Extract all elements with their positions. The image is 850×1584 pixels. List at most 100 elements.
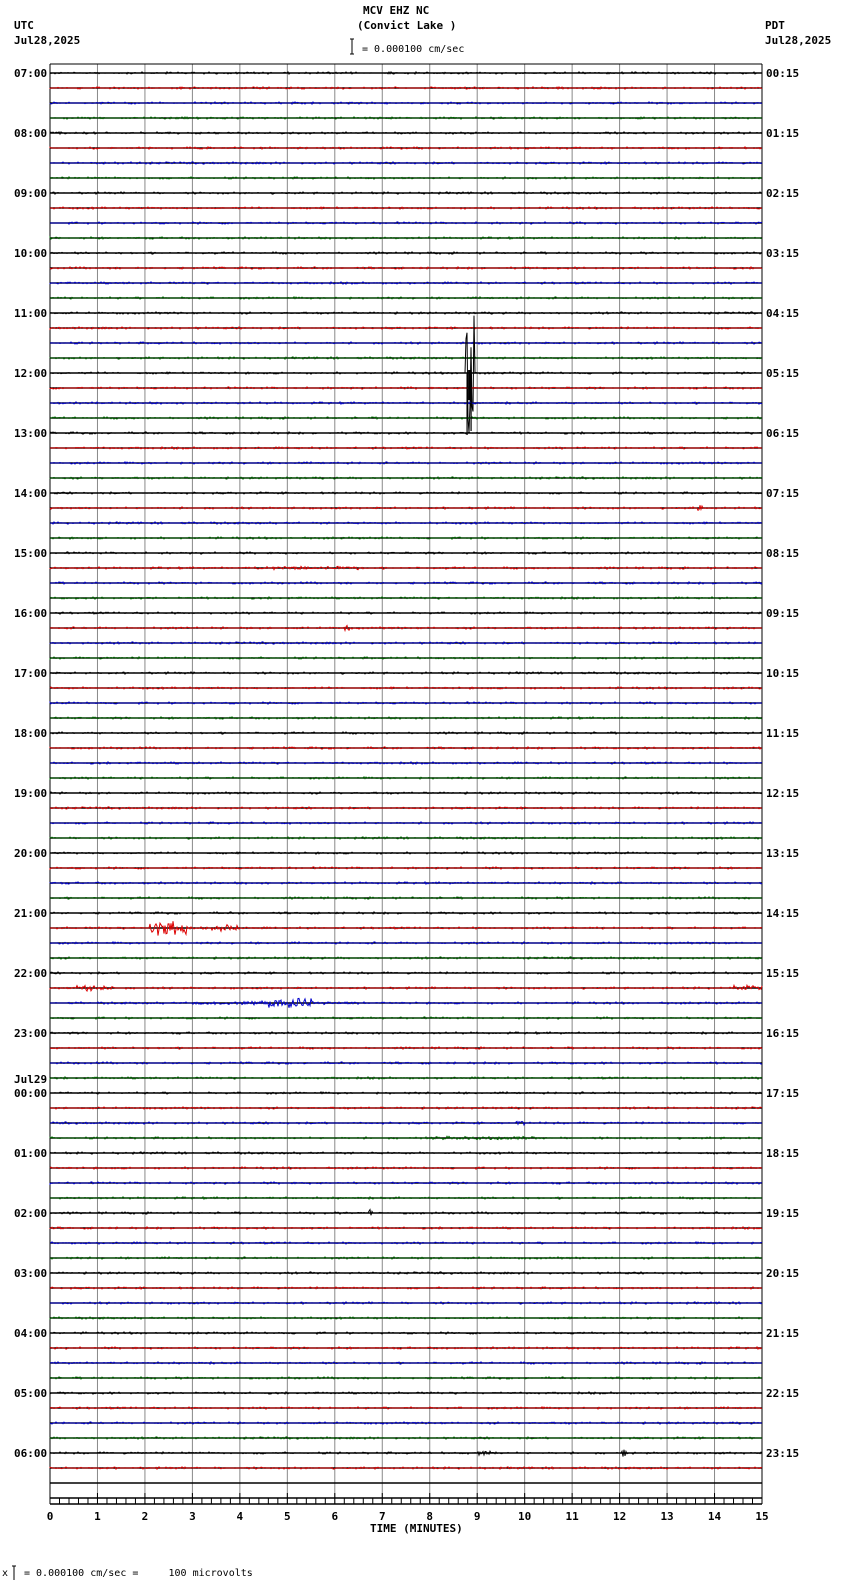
x-tick-label: 12 [613,1510,626,1523]
pdt-time-label: 07:15 [766,487,799,500]
utc-hour-label: 18:00 [14,727,47,740]
trace-row [49,311,763,315]
trace-row [50,1106,763,1110]
trace-row [49,325,762,331]
trace-row [49,686,762,690]
utc-hour-label: 09:00 [14,187,47,200]
trace-row [50,1331,763,1335]
pdt-time-label: 21:15 [766,1327,799,1340]
trace-row [49,281,762,285]
utc-hour-label: 00:00 [14,1087,47,1100]
x-tick-label: 4 [237,1510,244,1523]
pdt-time-label: 04:15 [766,307,799,320]
trace-row [49,1271,762,1275]
footer-scale-bar-icon [12,1565,16,1580]
utc-hour-label: 06:00 [14,1447,47,1460]
trace-row [49,836,763,841]
trace-row [49,746,762,750]
trace-row [50,911,763,915]
utc-hour-label: 22:00 [14,967,47,980]
trace-row [50,116,762,120]
utc-hour-label: 03:00 [14,1267,47,1280]
trace-row [49,1135,762,1141]
pdt-time-label: 22:15 [766,1387,799,1400]
trace-row [49,1466,763,1471]
pdt-time-label: 08:15 [766,547,799,560]
utc-hour-label: 16:00 [14,607,47,620]
x-tick-label: 13 [660,1510,673,1523]
trace-row [50,851,763,855]
trace-row [49,235,763,241]
trace-row [50,401,763,406]
trace-row [49,176,763,180]
x-tick-label: 2 [142,1510,149,1523]
trace-row [50,1361,762,1365]
trace-row [50,921,763,937]
x-tick-label: 9 [474,1510,481,1523]
trace-row [50,1256,762,1260]
seismogram-chart: MCV EHZ NC (Convict Lake ) UTC Jul28,202… [2,4,831,1580]
right-date: Jul28,2025 [765,34,831,47]
x-tick-label: 10 [518,1510,531,1523]
trace-row [49,476,763,480]
pdt-time-label: 17:15 [766,1087,799,1100]
trace-row [50,716,763,721]
trace-row [50,731,763,735]
right-timezone: PDT [765,19,785,32]
trace-row [50,1196,762,1201]
scale-bar-icon [350,38,354,55]
trace-row [49,296,762,300]
helicorder-page: MCV EHZ NC (Convict Lake ) UTC Jul28,202… [0,0,850,1584]
utc-hour-label: 07:00 [14,67,47,80]
trace-row [49,956,763,960]
footer-scale-text: = 0.000100 cm/sec = 100 microvolts [24,1568,253,1579]
pdt-time-label: 23:15 [766,1447,799,1460]
utc-hour-label: 10:00 [14,247,47,260]
pdt-time-label: 15:15 [766,967,799,980]
utc-hour-label: 14:00 [14,487,47,500]
trace-row [50,315,763,433]
pdt-time-label: 11:15 [766,727,799,740]
x-axis-label: TIME (MINUTES) [370,1522,463,1535]
pdt-time-label: 09:15 [766,607,799,620]
left-date: Jul28,2025 [14,34,80,47]
trace-row [49,1406,763,1410]
scale-label: = 0.000100 cm/sec [362,44,464,55]
utc-hour-label: 13:00 [14,427,47,440]
trace-row [50,206,762,210]
utc-hour-label: 01:00 [14,1147,47,1160]
trace-row [50,581,763,585]
trace-row [49,356,762,361]
utc-hour-label: 17:00 [14,667,47,680]
pdt-time-label: 03:15 [766,247,799,260]
trace-row [49,1376,762,1380]
trace-row [50,536,763,540]
trace-row [50,611,762,615]
pdt-time-label: 00:15 [766,67,799,80]
utc-hour-label: 12:00 [14,367,47,380]
x-tick-label: 0 [47,1510,54,1523]
pdt-time-label: 19:15 [766,1207,799,1220]
trace-row [49,866,762,871]
utc-hour-label: 15:00 [14,547,47,560]
trace-row [49,671,762,676]
trace-row [49,970,763,975]
trace-row [49,1316,762,1320]
trace-row [50,896,762,900]
utc-hour-label: 02:00 [14,1207,47,1220]
trace-row [49,1346,762,1351]
trace-row [49,386,763,390]
trace-row [49,146,762,150]
utc-hour-label: 19:00 [14,787,47,800]
utc-hour-label: 05:00 [14,1387,47,1400]
trace-row [50,416,762,420]
station-title: MCV EHZ NC [363,4,429,17]
trace-row [49,191,763,196]
x-tick-label: 11 [566,1510,580,1523]
trace-row [49,1076,763,1081]
footer-marker: x [2,1568,8,1579]
utc-hour-label: 11:00 [14,307,47,320]
trace-row [49,70,762,75]
pdt-time-label: 10:15 [766,667,799,680]
utc-hour-label: 04:00 [14,1327,47,1340]
